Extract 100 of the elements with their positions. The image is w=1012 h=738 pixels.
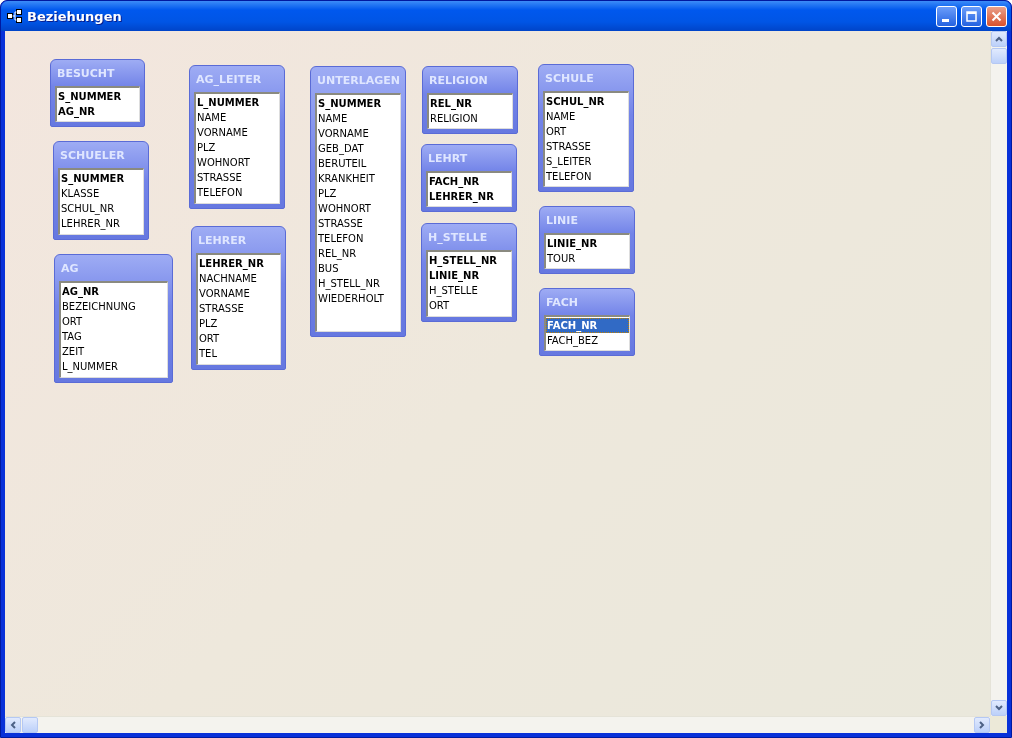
field-item[interactable]: WOHNORT	[317, 201, 400, 216]
field-item[interactable]: TELEFON	[196, 185, 279, 200]
chevron-down-icon	[995, 705, 1003, 711]
field-item[interactable]: SCHUL_NR	[60, 201, 143, 216]
field-item[interactable]: ZEIT	[61, 344, 167, 359]
field-item[interactable]: STRASSE	[545, 139, 628, 154]
table-window[interactable]: H_STELLE H_STELL_NR LINIE_NR H_STELLE ORT	[421, 223, 517, 322]
field-item[interactable]: BERUTEIL	[317, 156, 400, 171]
field-item[interactable]: NAME	[545, 109, 628, 124]
table-title: AG	[60, 261, 80, 277]
field-item[interactable]: FACH_NR	[546, 318, 629, 333]
table-title: LEHRER	[197, 233, 248, 249]
table-window[interactable]: LINIE LINIE_NR TOUR	[539, 206, 635, 274]
field-item[interactable]: SCHUL_NR	[545, 94, 628, 109]
field-item[interactable]: NAME	[196, 110, 279, 125]
field-item[interactable]: TEL	[198, 346, 280, 361]
table-window[interactable]: UNTERLAGEN S_NUMMER NAME VORNAME GEB_DAT BERUTEIL KRANKHEIT PLZ WOHNORT STRASSE TELEFON REL_NR BUS H_STELL_NR WIEDERHOLT	[310, 66, 406, 337]
field-item[interactable]: ORT	[61, 314, 167, 329]
maximize-button[interactable]	[961, 5, 982, 27]
field-item[interactable]: BEZEICHNUNG	[61, 299, 167, 314]
table-title: FACH	[545, 295, 580, 311]
field-item[interactable]: REL_NR	[429, 96, 512, 111]
field-item[interactable]: AG_NR	[61, 284, 167, 299]
table-window[interactable]: AG_LEITER L_NUMMER NAME VORNAME PLZ WOHNORT STRASSE TELEFON	[189, 65, 285, 209]
field-item[interactable]: H_STELL_NR	[317, 276, 400, 291]
field-item[interactable]: LINIE_NR	[428, 268, 511, 283]
table-window[interactable]: LEHRER LEHRER_NR NACHNAME VORNAME STRASSE PLZ ORT TEL	[191, 226, 286, 370]
field-item[interactable]: TOUR	[546, 251, 629, 266]
field-item[interactable]: LEHRER_NR	[198, 256, 280, 271]
field-item[interactable]: FACH_BEZ	[546, 333, 629, 348]
field-item[interactable]: ORT	[545, 124, 628, 139]
field-item[interactable]: VORNAME	[196, 125, 279, 140]
field-item[interactable]: KLASSE	[60, 186, 143, 201]
field-item[interactable]: LEHRER_NR	[428, 189, 511, 204]
window-title: Beziehungen	[27, 8, 123, 24]
field-item[interactable]: PLZ	[196, 140, 279, 155]
field-item[interactable]: ORT	[428, 298, 511, 313]
field-item[interactable]: LINIE_NR	[546, 236, 629, 251]
field-item[interactable]: PLZ	[317, 186, 400, 201]
field-item[interactable]: S_NUMMER	[60, 171, 143, 186]
table-window[interactable]: BESUCHT S_NUMMER AG_NR	[50, 59, 145, 127]
table-title: LINIE	[545, 213, 579, 229]
field-item[interactable]: LEHRER_NR	[60, 216, 143, 231]
field-item[interactable]: TELEFON	[317, 231, 400, 246]
field-item[interactable]: ORT	[198, 331, 280, 346]
table-title: BESUCHT	[56, 66, 116, 82]
field-item[interactable]: STRASSE	[317, 216, 400, 231]
field-item[interactable]: STRASSE	[198, 301, 280, 316]
field-item[interactable]: TAG	[61, 329, 167, 344]
field-item[interactable]: KRANKHEIT	[317, 171, 400, 186]
table-window[interactable]: SCHULE SCHUL_NR NAME ORT STRASSE S_LEITER TELEFON	[538, 64, 634, 192]
table-title: H_STELLE	[427, 230, 489, 246]
close-icon	[991, 10, 1002, 22]
scroll-thumb[interactable]	[22, 717, 38, 733]
table-window[interactable]: FACH FACH_NR FACH_BEZ	[539, 288, 635, 356]
field-item[interactable]: S_NUMMER	[57, 89, 139, 104]
table-title: UNTERLAGEN	[316, 73, 401, 89]
chevron-up-icon	[995, 36, 1003, 42]
field-item[interactable]: TELEFON	[545, 169, 628, 184]
minimize-icon	[941, 18, 949, 22]
scroll-thumb[interactable]	[991, 48, 1007, 64]
table-title: LEHRT	[427, 151, 469, 167]
chevron-left-icon	[10, 721, 16, 729]
table-title: AG_LEITER	[195, 72, 263, 88]
table-window[interactable]: RELIGION REL_NR RELIGION	[422, 66, 518, 134]
minimize-button[interactable]	[936, 5, 957, 27]
field-item[interactable]: H_STELL_NR	[428, 253, 511, 268]
chevron-right-icon	[979, 721, 985, 729]
field-item[interactable]: AG_NR	[57, 104, 139, 119]
field-item[interactable]: NAME	[317, 111, 400, 126]
maximize-icon	[966, 10, 977, 22]
field-item[interactable]: NACHNAME	[198, 271, 280, 286]
field-item[interactable]: L_NUMMER	[196, 95, 279, 110]
field-item[interactable]: REL_NR	[317, 246, 400, 261]
relationships-icon	[7, 9, 23, 23]
scroll-down-button[interactable]	[991, 700, 1007, 716]
field-item[interactable]: RELIGION	[429, 111, 512, 126]
table-window[interactable]: SCHUELER S_NUMMER KLASSE SCHUL_NR LEHRER_NR	[53, 141, 149, 240]
table-window[interactable]: LEHRT FACH_NR LEHRER_NR	[421, 144, 517, 212]
field-item[interactable]: H_STELLE	[428, 283, 511, 298]
table-title: RELIGION	[428, 73, 489, 89]
field-item[interactable]: PLZ	[198, 316, 280, 331]
field-item[interactable]: GEB_DAT	[317, 141, 400, 156]
field-item[interactable]: STRASSE	[196, 170, 279, 185]
field-item[interactable]: S_LEITER	[545, 154, 628, 169]
scroll-right-button[interactable]	[974, 717, 990, 733]
table-title: SCHUELER	[59, 148, 126, 164]
field-item[interactable]: WOHNORT	[196, 155, 279, 170]
scroll-left-button[interactable]	[5, 717, 21, 733]
field-item[interactable]: BUS	[317, 261, 400, 276]
table-title: SCHULE	[544, 71, 595, 87]
field-item[interactable]: VORNAME	[198, 286, 280, 301]
field-item[interactable]: FACH_NR	[428, 174, 511, 189]
scroll-up-button[interactable]	[991, 31, 1007, 47]
close-button[interactable]	[986, 5, 1007, 27]
field-item[interactable]: WIEDERHOLT	[317, 291, 400, 306]
field-item[interactable]: S_NUMMER	[317, 96, 400, 111]
field-item[interactable]: L_NUMMER	[61, 359, 167, 374]
table-window[interactable]: AG AG_NR BEZEICHNUNG ORT TAG ZEIT L_NUMMER	[54, 254, 173, 383]
field-item[interactable]: VORNAME	[317, 126, 400, 141]
